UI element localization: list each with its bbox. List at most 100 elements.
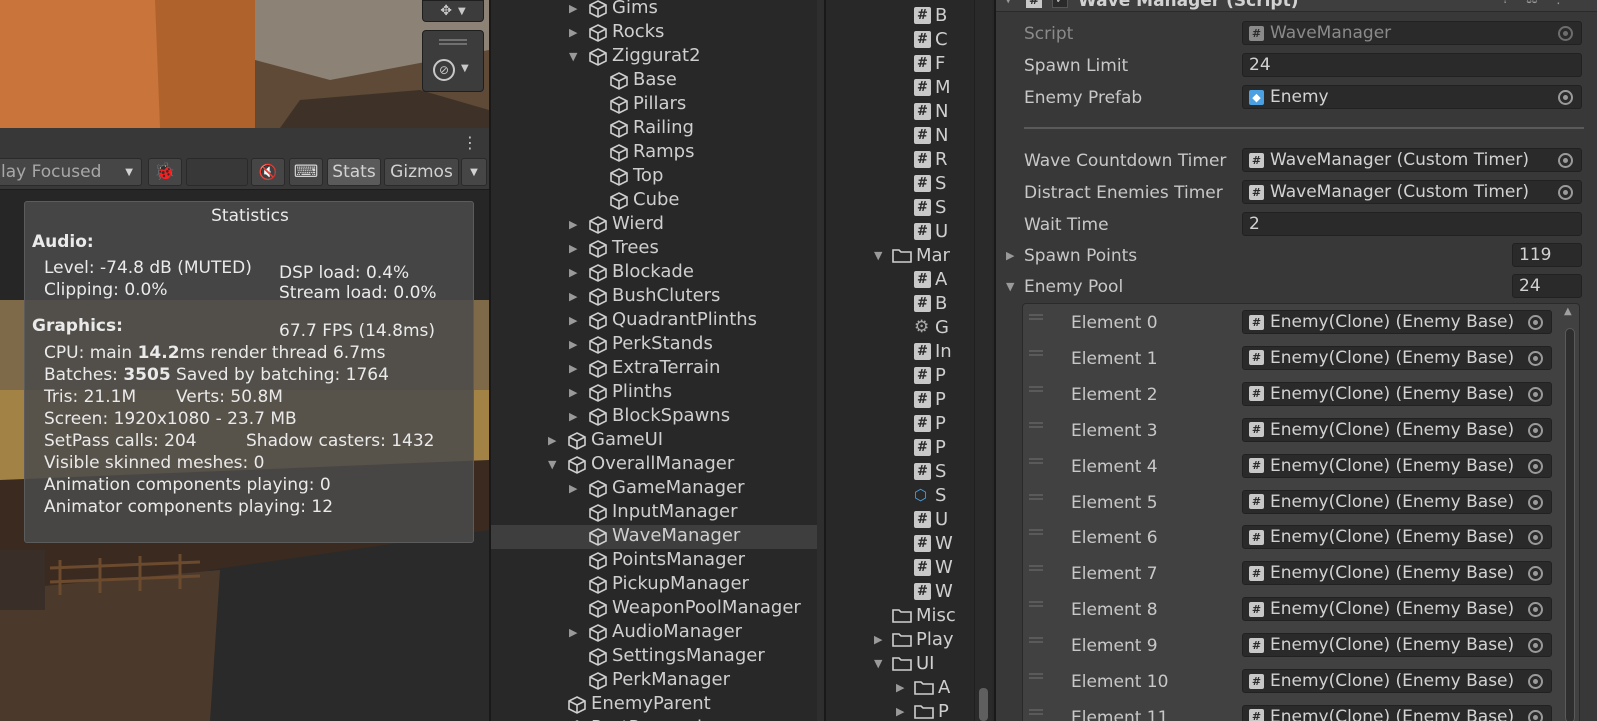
more-options-icon[interactable]: ⋮ [462,134,478,152]
object-picker-icon[interactable] [1528,494,1543,510]
foldout-collapsed-icon[interactable]: ▶ [569,387,579,398]
project-item[interactable]: ▼ UI [874,651,934,675]
hierarchy-item[interactable]: Pillars [491,93,826,117]
object-picker-icon[interactable] [1528,530,1543,546]
element-object-field[interactable]: # Enemy(Clone) (Enemy Base) [1242,633,1552,658]
element-object-field[interactable]: # Enemy(Clone) (Enemy Base) [1242,417,1552,442]
drag-handle-icon[interactable] [1029,457,1043,464]
enemy-pool-element-row[interactable]: Element 5 # Enemy(Clone) (Enemy Base) [1023,489,1563,518]
element-object-field[interactable]: # Enemy(Clone) (Enemy Base) [1242,381,1552,406]
enabled-checkbox[interactable]: ✓ [1052,0,1068,8]
drag-handle-icon[interactable] [1029,421,1043,428]
spawn-points-label[interactable]: Spawn Points [1024,246,1137,266]
element-object-field[interactable]: # Enemy(Clone) (Enemy Base) [1242,525,1552,550]
enemy-pool-element-row[interactable]: Element 7 # Enemy(Clone) (Enemy Base) [1023,561,1563,589]
mute-audio-button[interactable]: 🔇 [251,158,285,186]
object-picker-icon[interactable] [1528,458,1543,474]
move-tool-dropdown[interactable]: ✥ ▼ [422,0,484,22]
enemy-pool-element-row[interactable]: Element 1 # Enemy(Clone) (Enemy Base) [1023,345,1563,374]
drag-handle-icon[interactable] [1029,673,1043,679]
hierarchy-item[interactable]: ▶ Rocks [491,21,826,45]
hierarchy-item[interactable]: ▶ AudioManager [491,621,826,645]
foldout-expanded-icon[interactable]: ▼ [548,459,558,470]
hierarchy-item[interactable]: EnemyParent [491,693,826,717]
project-scrollbar-thumb[interactable] [979,688,988,721]
element-object-field[interactable]: # Enemy(Clone) (Enemy Base) [1242,489,1552,514]
foldout-collapsed-icon[interactable]: ▶ [569,483,579,494]
hierarchy-item[interactable]: PostProcessing [491,717,826,721]
project-item[interactable]: ▶ P [896,699,949,721]
more-options-icon[interactable]: ⋮ [1552,0,1565,7]
hierarchy-item[interactable]: PickupManager [491,573,826,597]
project-item[interactable]: # F [914,51,945,75]
foldout-collapsed-icon[interactable]: ▶ [569,315,579,326]
project-item[interactable]: # C [914,27,948,51]
project-item[interactable]: # P [914,411,946,435]
hierarchy-item[interactable]: ▶ QuadrantPlinths [491,309,826,333]
project-item[interactable]: ▶ Play [874,627,954,651]
drag-handle-icon[interactable] [1029,601,1043,608]
drag-handle-icon[interactable] [1029,637,1043,644]
stats-button[interactable]: Stats [327,158,381,186]
hierarchy-panel[interactable]: ▶ Gims ▶ Rocks ▼ Ziggurat2 Base Pillars Railing R… [489,0,826,721]
project-item[interactable]: # N [914,99,948,123]
drag-handle-icon[interactable] [1029,314,1043,320]
object-picker-icon[interactable] [1558,153,1573,168]
gizmos-button[interactable]: Gizmos [384,158,459,186]
project-item[interactable]: # P [914,387,946,411]
hierarchy-item[interactable]: Ramps [491,141,826,165]
hierarchy-item[interactable]: ▼ OverallManager [491,453,826,477]
drag-handle-icon[interactable] [1029,493,1043,500]
enemy-pool-scrollbar-thumb[interactable] [1565,328,1575,721]
hierarchy-item[interactable]: SettingsManager [491,645,826,669]
project-item[interactable]: # W [914,579,953,603]
inspector-panel[interactable]: ▼ # ✓ Wave Manager (Script) ? ⚖ ⋮ Script… [994,0,1597,721]
hierarchy-item[interactable]: WaveManager [491,525,826,549]
hierarchy-item[interactable]: Cube [491,189,826,213]
element-object-field[interactable]: # Enemy(Clone) (Enemy Base) [1242,597,1552,622]
object-picker-icon[interactable] [1528,709,1543,721]
enemy-pool-element-row[interactable]: Element 2 # Enemy(Clone) (Enemy Base) [1023,381,1563,410]
foldout-collapsed-icon[interactable]: ▶ [569,243,579,254]
object-picker-icon[interactable] [1528,638,1543,654]
enemy-pool-element-row[interactable]: Element 10 # Enemy(Clone) (Enemy Base) [1023,669,1563,697]
hierarchy-item[interactable]: Railing [491,117,826,141]
foldout-arrow-icon[interactable]: ▼ [1004,0,1012,5]
hierarchy-item[interactable]: PointsManager [491,549,826,573]
distract-enemies-field[interactable]: # WaveManager (Custom Timer) [1242,180,1582,204]
hierarchy-item[interactable]: ▶ PerkStands [491,333,826,357]
hierarchy-item[interactable]: WeaponPoolManager [491,597,826,621]
enemy-pool-element-row[interactable]: Element 11 # Enemy(Clone) (Enemy Base) [1023,704,1563,721]
foldout-collapsed-icon[interactable]: ▶ [569,3,579,14]
hierarchy-item[interactable]: Top [491,165,826,189]
project-item[interactable]: # U [914,507,948,531]
foldout-collapsed-icon[interactable]: ▶ [569,339,579,350]
project-scrollbar[interactable] [974,0,992,721]
project-item[interactable]: ▶ A [896,675,950,699]
foldout-collapsed-icon[interactable]: ▶ [874,633,892,646]
project-item[interactable]: ⬡ S [914,483,946,507]
object-picker-icon[interactable] [1528,602,1543,618]
project-item[interactable]: # U [914,219,948,243]
element-object-field[interactable]: # Enemy(Clone) (Enemy Base) [1242,345,1552,370]
project-item[interactable]: # S [914,171,946,195]
element-object-field[interactable]: # Enemy(Clone) (Enemy Base) [1242,669,1552,693]
foldout-collapsed-icon[interactable]: ▶ [569,219,579,230]
object-picker-icon[interactable] [1528,386,1543,402]
foldout-collapsed-icon[interactable]: ▶ [548,435,558,446]
foldout-collapsed-icon[interactable]: ▶ [569,291,579,302]
hierarchy-item[interactable]: ▶ Trees [491,237,826,261]
hierarchy-item[interactable]: InputManager [491,501,826,525]
object-picker-icon[interactable] [1558,90,1573,105]
hierarchy-item[interactable]: ▶ BlockSpawns [491,405,826,429]
project-item[interactable]: # R [914,147,948,171]
hierarchy-item[interactable]: ▼ Ziggurat2 [491,45,826,69]
project-item[interactable]: # M [914,75,951,99]
foldout-expanded-icon[interactable]: ▼ [874,657,892,670]
project-item[interactable]: # B [914,291,947,315]
project-item[interactable]: # N [914,123,948,147]
orientation-gizmo-panel[interactable]: ⊘ ▼ [422,30,484,92]
object-picker-icon[interactable] [1528,350,1543,366]
object-picker-icon[interactable] [1528,422,1543,438]
foldout-collapsed-icon[interactable]: ▶ [569,411,579,422]
